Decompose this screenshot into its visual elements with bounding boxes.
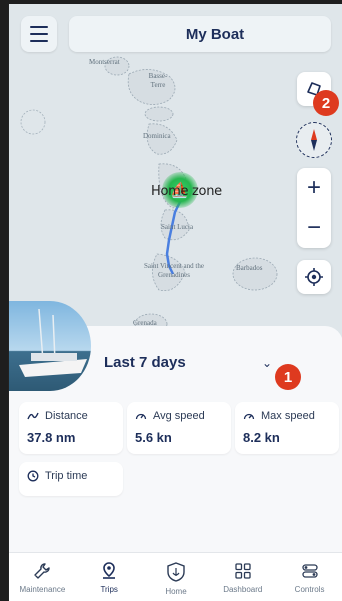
location-pin-icon xyxy=(103,562,116,579)
route-icon xyxy=(27,412,39,420)
island-label: Saint Lucia xyxy=(161,223,194,231)
stat-value: 37.8 nm xyxy=(27,430,76,445)
stat-card-trip-time: Trip time xyxy=(19,462,123,496)
wrench-icon xyxy=(34,563,51,579)
grid-icon xyxy=(235,563,251,579)
stat-card-distance: Distance 37.8 nm xyxy=(19,402,123,454)
speedometer-icon xyxy=(135,413,147,420)
nav-label: Maintenance xyxy=(19,585,66,594)
map-view[interactable]: Montserrat Basse-Terre Dominica Saint Lu… xyxy=(9,4,342,344)
island-label: Basse-Terre xyxy=(148,72,168,89)
speedometer-icon xyxy=(243,413,255,420)
menu-button[interactable] xyxy=(21,16,57,52)
nav-trips[interactable]: Trips xyxy=(79,553,139,601)
zoom-out-button[interactable]: − xyxy=(297,208,331,248)
page-title: My Boat xyxy=(185,25,245,43)
annotation-badge-2: 2 xyxy=(313,90,339,116)
nav-dashboard[interactable]: Dashboard xyxy=(213,553,273,601)
nav-home[interactable]: Home xyxy=(146,553,206,601)
island-label: Barbados xyxy=(236,264,263,272)
locate-target-icon xyxy=(305,268,323,286)
compass-button[interactable] xyxy=(296,122,332,158)
stat-label: Avg speed xyxy=(153,410,205,422)
annotation-badge-1: 1 xyxy=(275,364,301,390)
bottom-nav: Maintenance Trips Home Dashboard Control… xyxy=(9,552,342,601)
nav-label: Controls xyxy=(294,585,325,594)
nav-label: Dashboard xyxy=(223,585,263,594)
zoom-controls: + − xyxy=(297,168,331,248)
island-label: Montserrat xyxy=(89,58,120,66)
boat-photo xyxy=(9,301,91,391)
nav-label: Trips xyxy=(100,585,118,594)
stat-label: Distance xyxy=(45,410,88,422)
stat-label: Trip time xyxy=(45,470,88,482)
boat-image-icon xyxy=(19,308,87,377)
stat-card-avg-speed: Avg speed 5.6 kn xyxy=(127,402,231,454)
island-label: Dominica xyxy=(143,132,171,140)
period-title[interactable]: Last 7 days xyxy=(104,354,186,371)
chevron-down-icon[interactable]: ⌄ xyxy=(262,356,272,370)
zoom-in-button[interactable]: + xyxy=(297,168,331,208)
boat-selector[interactable]: My Boat xyxy=(69,16,331,52)
locate-button[interactable] xyxy=(297,260,331,294)
nav-maintenance[interactable]: Maintenance xyxy=(12,553,72,601)
app-screen: Montserrat Basse-Terre Dominica Saint Lu… xyxy=(8,4,342,601)
home-zone-label: Home zone xyxy=(151,184,222,199)
shield-anchor-icon xyxy=(167,562,185,582)
stat-card-max-speed: Max speed 8.2 kn xyxy=(235,402,339,454)
stat-label: Max speed xyxy=(261,410,315,422)
toggle-switches-icon xyxy=(301,564,318,578)
nav-controls[interactable]: Controls xyxy=(280,553,340,601)
nav-label: Home xyxy=(165,587,187,596)
stat-value: 8.2 kn xyxy=(243,430,280,445)
compass-icon xyxy=(311,129,317,151)
clock-icon xyxy=(27,470,39,482)
stat-value: 5.6 kn xyxy=(135,430,172,445)
hamburger-menu-icon xyxy=(30,26,48,28)
island-label: Saint Vincent and the Grenadines xyxy=(144,262,204,279)
